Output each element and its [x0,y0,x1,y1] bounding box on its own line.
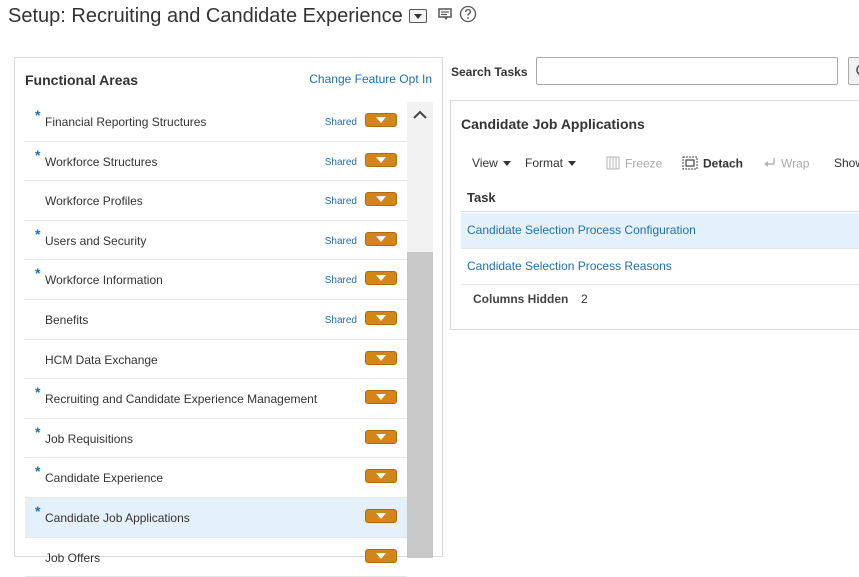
chevron-down-icon [568,161,577,167]
functional-area-label: Workforce Profiles [45,194,143,209]
actions-menu-button[interactable] [365,548,397,563]
view-menu[interactable]: View [472,156,511,170]
search-tasks-input[interactable] [536,57,838,85]
functional-areas-panel: Functional Areas Change Feature Opt In *… [14,57,443,577]
functional-area-label: Job Offers [45,550,101,565]
chevron-down-icon[interactable] [408,9,427,23]
detach-button[interactable]: Detach [682,156,743,173]
required-marker: * [35,384,41,401]
table-row[interactable]: Candidate Selection Process Configuratio… [461,213,859,249]
actions-menu-button[interactable] [365,429,397,444]
actions-menu-button[interactable] [365,192,397,207]
functional-areas-list: * Financial Reporting Structures Shared … [25,102,407,577]
task-link[interactable]: Candidate Selection Process Reasons [467,259,672,273]
freeze-icon [606,156,620,173]
columns-hidden-row: Columns Hidden 2 [461,284,859,320]
actions-menu-button[interactable] [365,469,397,484]
functional-area-item[interactable]: * Users and Security Shared [25,221,407,261]
change-feature-opt-in-link[interactable]: Change Feature Opt In [309,72,432,86]
required-marker: * [35,423,41,440]
actions-menu-button[interactable] [365,350,397,365]
scroll-up-icon[interactable] [407,102,433,128]
actions-menu-button[interactable] [365,113,397,127]
functional-area-label: Workforce Structures [45,154,158,169]
task-column-header-label: Task [467,190,496,205]
actions-menu-button[interactable] [365,152,397,167]
columns-hidden-label: Columns Hidden [473,292,569,306]
task-link[interactable]: Candidate Selection Process Configuratio… [467,223,696,237]
page-title: Setup: Recruiting and Candidate Experien… [8,4,403,27]
required-marker: * [35,146,41,163]
shared-badge: Shared [324,314,357,326]
actions-menu-button[interactable] [365,310,397,325]
functional-area-label: Workforce Information [45,273,163,288]
actions-menu-button[interactable] [365,508,397,523]
actions-menu-button[interactable] [365,231,397,246]
functional-area-item[interactable]: Workforce Profiles Shared [25,181,407,221]
format-menu-label: Format [525,156,564,170]
functional-area-item[interactable]: * Workforce Information Shared [25,260,407,300]
functional-area-label: Candidate Experience [45,471,164,486]
functional-area-item[interactable]: Benefits Shared [25,300,407,340]
required-marker: * [35,502,41,519]
required-marker: * [35,225,41,242]
functional-area-item-selected[interactable]: * Candidate Job Applications [25,497,407,538]
actions-menu-button[interactable] [365,390,397,405]
wrap-label: Wrap [781,156,810,171]
task-panel-title: Candidate Job Applications [461,116,645,132]
chevron-down-icon [502,161,511,167]
search-icon [849,65,859,88]
shared-badge: Shared [324,235,357,247]
actions-menu-button[interactable] [365,271,397,286]
functional-area-item[interactable]: * Job Requisitions [25,419,407,459]
functional-area-label: Benefits [45,312,89,327]
shared-badge: Shared [324,196,357,208]
shared-badge: Shared [324,156,357,168]
functional-area-label: Financial Reporting Structures [45,115,207,129]
functional-area-item[interactable]: * Recruiting and Candidate Experience Ma… [25,379,407,419]
functional-area-label: HCM Data Exchange [45,352,158,367]
functional-area-item[interactable]: * Candidate Experience [25,458,407,498]
shared-badge: Shared [324,117,357,128]
table-row[interactable]: Candidate Selection Process Reasons [461,249,859,285]
functional-area-label: Candidate Job Applications [45,510,190,525]
required-marker: * [35,463,41,480]
functional-area-item[interactable]: * Workforce Structures Shared [25,142,407,182]
view-menu-label: View [472,156,498,170]
search-button[interactable] [848,57,859,85]
wrap-icon [762,156,776,173]
table-toolbar: View Format Freeze Detach Wrap Sho [451,154,859,174]
functional-areas-scrollbar[interactable] [407,102,433,558]
shared-badge: Shared [324,275,357,287]
functional-area-item[interactable]: HCM Data Exchange [25,340,407,380]
wrap-button[interactable]: Wrap [762,156,809,173]
scrollbar-thumb[interactable] [407,252,433,558]
functional-areas-heading: Functional Areas [25,72,139,88]
freeze-button[interactable]: Freeze [606,156,662,173]
show-menu-label: Show [834,156,859,170]
required-marker: * [35,107,41,123]
show-menu[interactable]: Show [834,156,859,170]
page-header: Setup: Recruiting and Candidate Experien… [8,3,477,29]
search-tasks-label: Search Tasks [451,65,528,79]
functional-area-label: Recruiting and Candidate Experience Mana… [45,392,318,407]
functional-area-label: Job Requisitions [45,431,134,446]
task-panel: Candidate Job Applications View Format F… [450,100,859,330]
functional-area-item[interactable]: Job Offers [25,538,407,577]
navigator-icon[interactable] [437,6,453,27]
freeze-label: Freeze [625,156,663,171]
detach-label: Detach [703,156,744,171]
functional-area-label: Users and Security [45,233,147,248]
functional-area-item[interactable]: * Financial Reporting Structures Shared [25,102,407,142]
columns-hidden-count: 2 [581,292,588,306]
task-column-header[interactable]: Task [461,184,859,212]
detach-icon [682,156,698,173]
format-menu[interactable]: Format [525,156,577,170]
required-marker: * [35,265,41,282]
help-icon[interactable] [459,5,477,28]
